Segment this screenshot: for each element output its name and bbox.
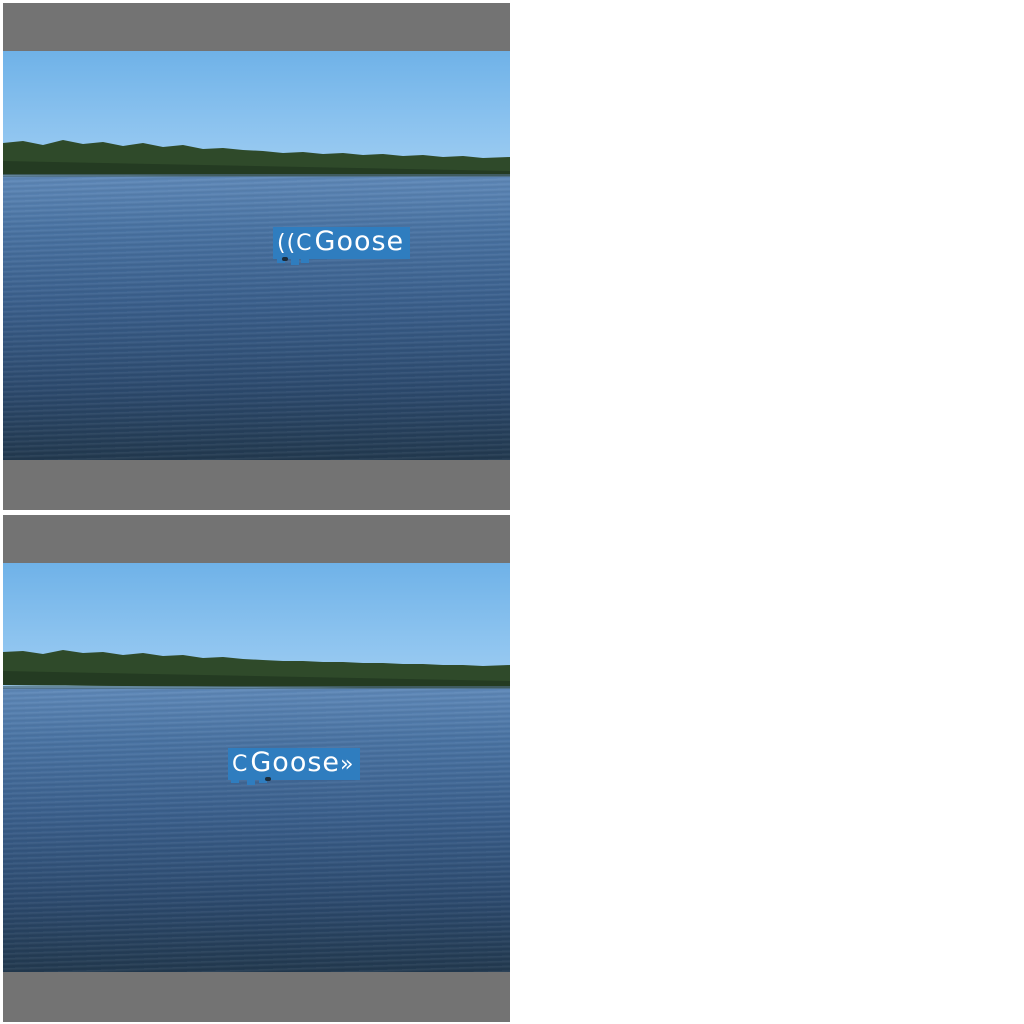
goose: [282, 257, 288, 261]
lake-photo: CGoose»: [3, 563, 510, 972]
image-panel-top: ((CGoose: [3, 3, 510, 510]
detection-label: Goose: [314, 226, 405, 257]
detection-label-box: ((CGoose: [273, 226, 411, 259]
lake-water: [3, 176, 510, 460]
detection-label-box: CGoose»: [228, 747, 361, 780]
detection-overlap-marks: C: [232, 752, 249, 777]
lake-photo: ((CGoose: [3, 51, 510, 460]
detection-overlap-marks-suffix: »: [340, 752, 355, 777]
shoreline: [3, 686, 510, 689]
image-panel-bottom: CGoose»: [3, 515, 510, 1022]
detection-overlap-marks: ((C: [277, 231, 313, 256]
lake-water: [3, 688, 510, 972]
shoreline: [3, 174, 510, 177]
detection-marker: [231, 775, 239, 783]
detection-marker: [291, 257, 299, 265]
detection-marker: [301, 255, 309, 263]
goose: [265, 777, 271, 781]
detection-label: Goose: [250, 747, 341, 778]
detection-marker: [247, 777, 255, 785]
